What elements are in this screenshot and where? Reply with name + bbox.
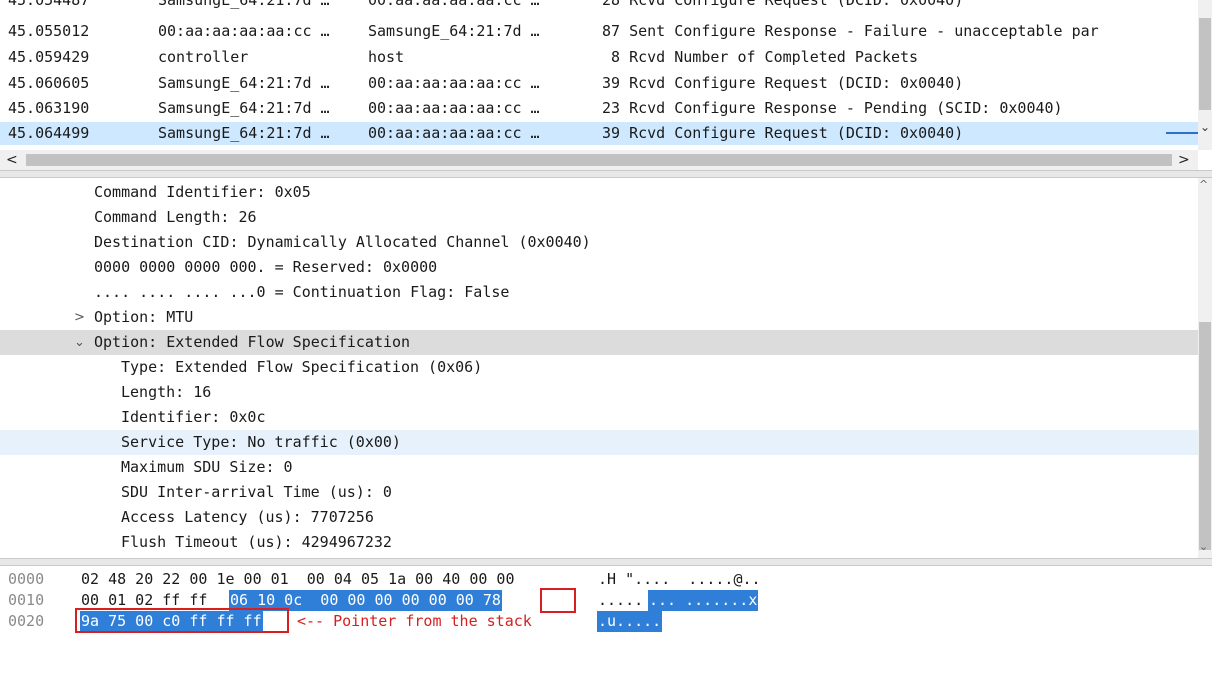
chevron-left-icon[interactable]: < [6, 150, 18, 170]
detail-text: Type: Extended Flow Specification (0x06) [121, 358, 483, 376]
detail-text: Option: Extended Flow Specification [94, 333, 411, 351]
ascii-bytes: .H ".... .....@.. [598, 570, 761, 588]
packet-info: 28 Rcvd Configure Request (DCID: 0x0040) [602, 0, 964, 9]
chevron-down-icon: ⌄ [1200, 120, 1211, 134]
packet-source: controller [158, 48, 249, 66]
packet-row-selected[interactable]: 45.064499 SamsungE_64:21:7d … 00:aa:aa:a… [0, 122, 1198, 145]
detail-text: Identifier: 0x0c [121, 408, 266, 426]
packet-destination: host [368, 48, 405, 66]
packet-destination: 00:aa:aa:aa:aa:cc … [368, 74, 540, 92]
packet-source: SamsungE_64:21:7d … [158, 0, 330, 9]
pane-splitter[interactable] [0, 170, 1212, 178]
details-scroll-thumb[interactable] [1199, 322, 1211, 550]
detail-line[interactable]: Command Identifier: 0x05 [0, 180, 1198, 205]
horizontal-scroll-thumb[interactable] [26, 154, 1172, 166]
packet-time: 45.055012 [8, 22, 90, 40]
detail-text: SDU Inter-arrival Time (us): 0 [121, 483, 392, 501]
detail-line[interactable]: 0000 0000 0000 000. = Reserved: 0x0000 [0, 255, 1198, 280]
chevron-right-icon[interactable]: > [1178, 150, 1190, 170]
tree-item-option-mtu[interactable]: > Option: MTU [0, 305, 1198, 330]
chevron-up-icon[interactable]: ^ [1199, 178, 1208, 191]
tree-item-option-extended-flow-spec[interactable]: ⌄ Option: Extended Flow Specification [0, 330, 1198, 355]
packet-destination: SamsungE_64:21:7d … [368, 22, 540, 40]
packet-list-horizontal-scrollbar[interactable]: < > [0, 150, 1198, 170]
detail-text: Flush Timeout (us): 4294967232 [121, 533, 392, 551]
hex-row[interactable]: 0000 02 48 20 22 00 1e 00 01 00 04 05 1a… [0, 569, 1212, 590]
packet-row[interactable]: 45.060605 SamsungE_64:21:7d … 00:aa:aa:a… [0, 72, 1198, 95]
packet-source: SamsungE_64:21:7d … [158, 99, 330, 117]
packet-info: 39 Rcvd Configure Request (DCID: 0x0040) [602, 74, 964, 92]
hex-row[interactable]: 0020 9a 75 00 c0 ff ff ff <-- Pointer fr… [0, 608, 1212, 633]
detail-line[interactable]: Destination CID: Dynamically Allocated C… [0, 230, 1198, 255]
packet-source: 00:aa:aa:aa:aa:cc … [158, 22, 330, 40]
highlight-box [540, 588, 576, 613]
detail-text: Maximum SDU Size: 0 [121, 458, 293, 476]
packet-info: 8 Rcvd Number of Completed Packets [602, 48, 919, 66]
ascii-bytes-selected: ... .......x [648, 590, 759, 611]
packet-row[interactable]: 45.055012 00:aa:aa:aa:aa:cc … SamsungE_6… [0, 20, 1198, 43]
detail-line[interactable]: Command Length: 26 [0, 205, 1198, 230]
packet-source: SamsungE_64:21:7d … [158, 124, 330, 142]
detail-line[interactable]: Identifier: 0x0c [0, 405, 1198, 430]
ascii-bytes-selected: .u..... [597, 611, 663, 632]
detail-line[interactable]: Length: 16 [0, 380, 1198, 405]
detail-text: Command Identifier: 0x05 [94, 183, 311, 201]
detail-text: Access Latency (us): 7707256 [121, 508, 374, 526]
hex-offset: 0020 [8, 612, 45, 630]
pane-splitter[interactable] [0, 558, 1212, 566]
detail-line[interactable]: SDU Inter-arrival Time (us): 0 [0, 480, 1198, 505]
packet-info: 39 Rcvd Configure Request (DCID: 0x0040) [602, 124, 964, 142]
detail-text: .... .... .... ...0 = Continuation Flag:… [94, 283, 510, 301]
packet-row[interactable]: 45.063190 SamsungE_64:21:7d … 00:aa:aa:a… [0, 97, 1198, 120]
packet-bytes-pane: 0000 02 48 20 22 00 1e 00 01 00 04 05 1a… [0, 566, 1212, 677]
detail-line[interactable]: Access Latency (us): 7707256 [0, 505, 1198, 530]
packet-time: 45.060605 [8, 74, 90, 92]
detail-line[interactable]: Flush Timeout (us): 4294967232 [0, 530, 1198, 555]
detail-text: Option: MTU [94, 308, 194, 326]
hex-offset: 0010 [8, 591, 45, 609]
packet-info: 23 Rcvd Configure Response - Pending (SC… [602, 99, 1063, 117]
detail-text: Command Length: 26 [94, 208, 257, 226]
packet-source: SamsungE_64:21:7d … [158, 74, 330, 92]
related-packet-marker [1166, 132, 1198, 134]
packet-destination: 00:aa:aa:aa:aa:cc … [368, 0, 540, 9]
ascii-bytes: ..... [598, 591, 644, 609]
hex-bytes: 02 48 20 22 00 1e 00 01 00 04 05 1a 00 4… [81, 570, 515, 588]
packet-destination: 00:aa:aa:aa:aa:cc … [368, 124, 540, 142]
detail-text: Length: 16 [121, 383, 212, 401]
chevron-down-icon[interactable]: ⌄ [74, 330, 85, 355]
detail-line[interactable]: Type: Extended Flow Specification (0x06) [0, 355, 1198, 380]
highlight-box [75, 608, 289, 633]
detail-text: Service Type: No traffic (0x00) [121, 433, 401, 451]
hex-offset: 0000 [8, 570, 45, 588]
detail-line-selected[interactable]: Service Type: No traffic (0x00) [0, 430, 1198, 455]
packet-time: 45.054487 [8, 0, 90, 9]
packet-time: 45.059429 [8, 48, 90, 66]
packet-info: 87 Sent Configure Response - Failure - u… [602, 22, 1099, 40]
chevron-down-icon[interactable]: ⌄ [1199, 540, 1208, 553]
detail-text: 0000 0000 0000 000. = Reserved: 0x0000 [94, 258, 438, 276]
packet-row[interactable]: 45.059429 controller host 8 Rcvd Number … [0, 46, 1198, 69]
packet-row[interactable]: 45.054487 SamsungE_64:21:7d … 00:aa:aa:a… [0, 0, 1198, 12]
packet-time: 45.063190 [8, 99, 90, 117]
packet-time: 45.064499 [8, 124, 90, 142]
chevron-right-icon[interactable]: > [74, 305, 85, 330]
detail-line[interactable]: .... .... .... ...0 = Continuation Flag:… [0, 280, 1198, 305]
packet-list-pane: 45.054487 SamsungE_64:21:7d … 00:aa:aa:a… [0, 0, 1212, 170]
detail-text: Destination CID: Dynamically Allocated C… [94, 233, 591, 251]
annotation-label: <-- Pointer from the stack [297, 612, 532, 630]
packet-destination: 00:aa:aa:aa:aa:cc … [368, 99, 540, 117]
packet-list-scroll-thumb[interactable] [1199, 18, 1211, 110]
packet-details-pane: Command Identifier: 0x05 Command Length:… [0, 178, 1212, 558]
detail-line[interactable]: Maximum SDU Size: 0 [0, 455, 1198, 480]
